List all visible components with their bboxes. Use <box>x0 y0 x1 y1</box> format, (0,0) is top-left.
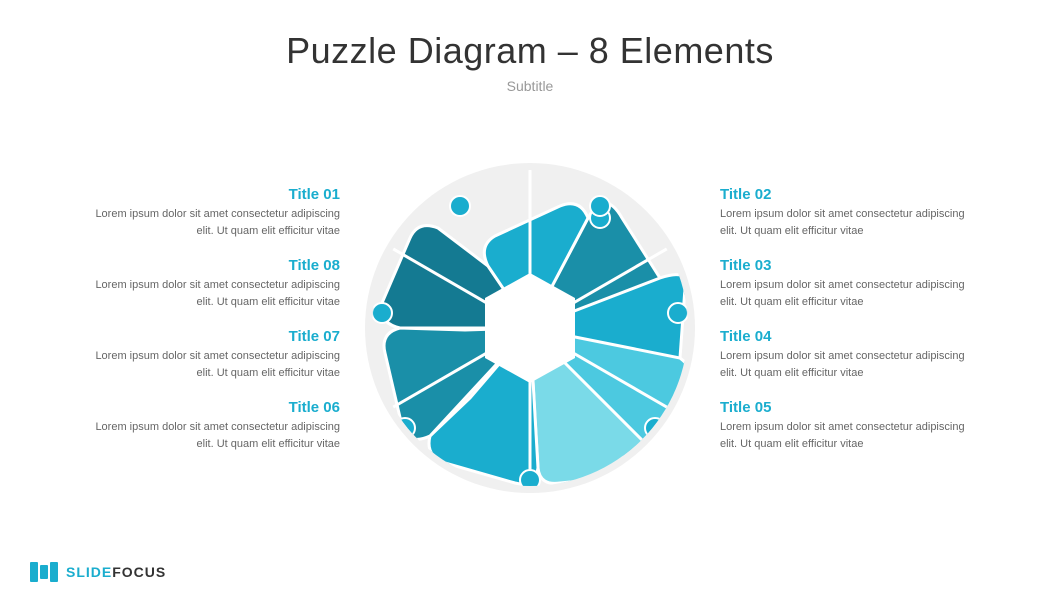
label-title-07: Title 07 <box>80 328 340 345</box>
logo-bar-2 <box>40 565 48 579</box>
brand-slide: SLIDE <box>66 564 112 580</box>
logo-bar-3 <box>50 562 58 582</box>
label-body-07: Lorem ipsum dolor sit amet consectetur a… <box>80 348 340 381</box>
footer: SLIDEFOCUS <box>30 562 166 582</box>
left-labels: Title 01 Lorem ipsum dolor sit amet cons… <box>80 186 360 470</box>
label-title-02: Title 02 <box>720 186 980 203</box>
label-body-04: Lorem ipsum dolor sit amet consectetur a… <box>720 348 980 381</box>
list-item: Title 02 Lorem ipsum dolor sit amet cons… <box>720 186 980 239</box>
label-title-04: Title 04 <box>720 328 980 345</box>
logo-bar-1 <box>30 562 38 582</box>
label-title-08: Title 08 <box>80 257 340 274</box>
content-area: Title 01 Lorem ipsum dolor sit amet cons… <box>0 100 1060 556</box>
label-body-05: Lorem ipsum dolor sit amet consectetur a… <box>720 419 980 452</box>
label-body-02: Lorem ipsum dolor sit amet consectetur a… <box>720 206 980 239</box>
right-labels: Title 02 Lorem ipsum dolor sit amet cons… <box>700 186 980 470</box>
list-item: Title 01 Lorem ipsum dolor sit amet cons… <box>80 186 340 239</box>
label-title-01: Title 01 <box>80 186 340 203</box>
brand-focus: FOCUS <box>112 564 166 580</box>
list-item: Title 04 Lorem ipsum dolor sit amet cons… <box>720 328 980 381</box>
label-body-01: Lorem ipsum dolor sit amet consectetur a… <box>80 206 340 239</box>
label-body-08: Lorem ipsum dolor sit amet consectetur a… <box>80 277 340 310</box>
label-title-06: Title 06 <box>80 399 340 416</box>
list-item: Title 06 Lorem ipsum dolor sit amet cons… <box>80 399 340 452</box>
label-body-06: Lorem ipsum dolor sit amet consectetur a… <box>80 419 340 452</box>
footer-brand: SLIDEFOCUS <box>66 564 166 580</box>
page-subtitle: Subtitle <box>0 78 1060 94</box>
label-body-03: Lorem ipsum dolor sit amet consectetur a… <box>720 277 980 310</box>
label-title-05: Title 05 <box>720 399 980 416</box>
list-item: Title 07 Lorem ipsum dolor sit amet cons… <box>80 328 340 381</box>
list-item: Title 03 Lorem ipsum dolor sit amet cons… <box>720 257 980 310</box>
page-title: Puzzle Diagram – 8 Elements <box>0 0 1060 72</box>
puzzle-diagram <box>360 158 700 498</box>
label-title-03: Title 03 <box>720 257 980 274</box>
list-item: Title 08 Lorem ipsum dolor sit amet cons… <box>80 257 340 310</box>
logo-icon <box>30 562 58 582</box>
list-item: Title 05 Lorem ipsum dolor sit amet cons… <box>720 399 980 452</box>
